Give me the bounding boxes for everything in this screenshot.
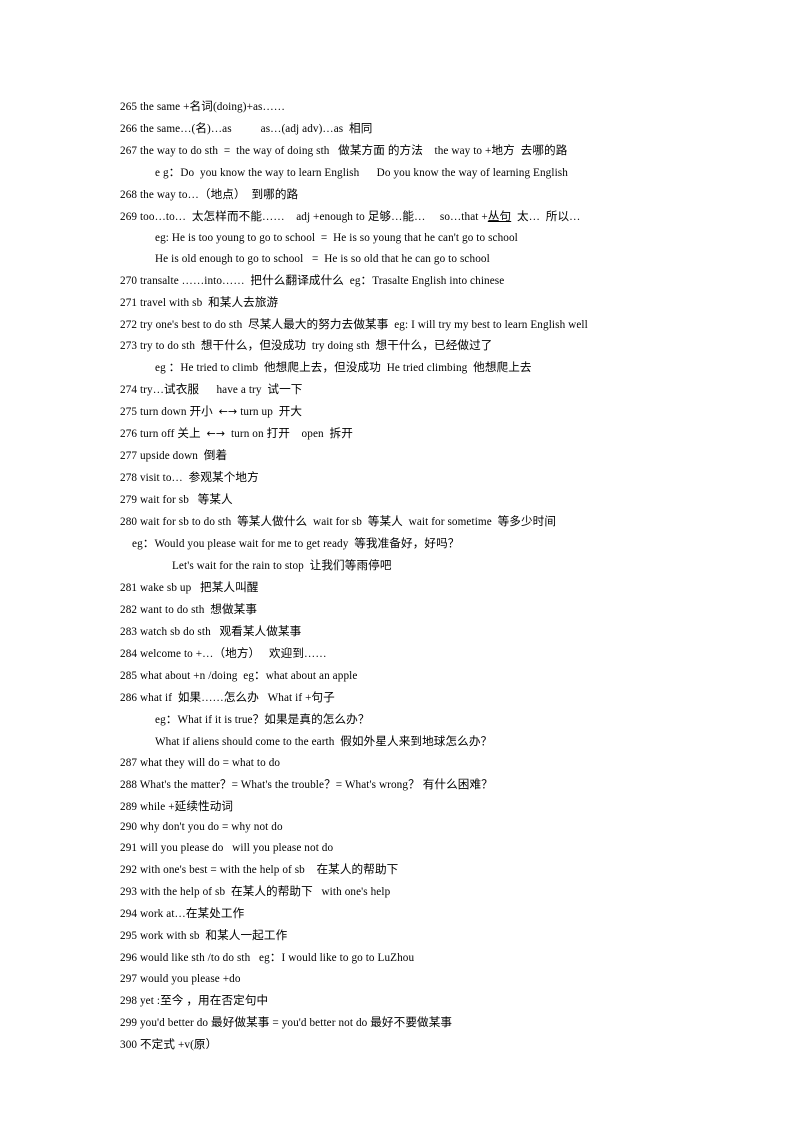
document-line: 287 what they will do = what to do <box>120 756 281 769</box>
document-line: 265 the same +名词(doing)+as…… <box>120 99 286 113</box>
document-line: e g：Do you know the way to learn English… <box>155 164 568 179</box>
document-line: 281 wake sb up 把某人叫醒 <box>120 579 259 594</box>
document-line: 268 the way to…（地点） 到哪的路 <box>120 186 299 201</box>
document-line: 297 would you please +do <box>120 973 241 986</box>
document-line: 290 why don't you do = why not do <box>120 821 283 834</box>
document-line: 277 upside down 倒着 <box>120 448 228 463</box>
document-text-body: 265 the same +名词(doing)+as…… 266 the same… <box>120 96 734 1056</box>
document-line: 284 welcome to +…（地方） 欢迎到…… <box>120 645 327 660</box>
document-line: 267 the way to do sth = the way of doing… <box>120 142 568 157</box>
document-line: 300 不定式 +v(原） <box>120 1036 218 1051</box>
document-line: 288 What's the matter？= What's the troub… <box>120 776 493 791</box>
document-line: 275 turn down 开小 ←→ turn up 开大 <box>120 404 303 419</box>
document-line: 298 yet :至今 ，用在否定句中 <box>120 993 269 1008</box>
document-page: 265 the same +名词(doing)+as…… 266 the same… <box>0 0 794 1123</box>
document-line: 282 want to do sth 想做某事 <box>120 601 258 616</box>
document-line: 299 you'd better do 最好做某事 = you'd better… <box>120 1015 453 1030</box>
document-line: 283 watch sb do sth 观看某人做某事 <box>120 623 302 638</box>
document-line: 296 would like sth /to do sth eg：I would… <box>120 950 415 965</box>
document-line: 291 will you please do will you please n… <box>120 842 334 855</box>
document-line: 266 the same…(名)…as as…(adj adv)…as 相同 <box>120 120 373 135</box>
document-line: He is old enough to go to school = He is… <box>155 252 490 265</box>
document-line: 293 with the help of sb 在某人的帮助下 with one… <box>120 884 391 899</box>
document-line: 294 work at…在某处工作 <box>120 906 245 921</box>
document-line: 278 visit to… 参观某个地方 <box>120 470 259 485</box>
document-line: What if aliens should come to the earth … <box>155 733 493 748</box>
document-line: 295 work with sb 和某人一起工作 <box>120 928 288 943</box>
document-line: 289 while +延续性动词 <box>120 798 234 813</box>
document-line: 272 try one's best to do sth 尽某人最大的努力去做某… <box>120 316 588 331</box>
document-line: 271 travel with sb 和某人去旅游 <box>120 294 279 309</box>
document-line: eg ：He tried to climb 他想爬上去，但没成功 He trie… <box>155 360 532 375</box>
document-line: eg：What if it is true？如果是真的怎么办？ <box>155 711 370 726</box>
document-line: 279 wait for sb 等某人 <box>120 492 233 507</box>
document-line: 270 transalte ……into…… 把什么翻译成什么 eg：Trasa… <box>120 272 505 287</box>
document-line: 274 try…试衣服 have a try 试一下 <box>120 382 303 397</box>
document-line: 276 turn off 关上 ←→ turn on 打开 open 拆开 <box>120 426 353 441</box>
document-line: Let's wait for the rain to stop 让我们等雨停吧 <box>172 558 392 573</box>
document-line: 269 too…to… 太怎样而不能…… adj +enough to 足够…能… <box>120 208 581 223</box>
document-line: 273 try to do sth 想干什么，但没成功 try doing st… <box>120 338 493 353</box>
document-line: 285 what about +n /doing eg：what about a… <box>120 667 358 682</box>
document-line: 292 with one's best = with the help of s… <box>120 862 399 877</box>
document-line: 286 what if 如果……怎么办 What if +句子 <box>120 689 335 704</box>
document-line: 280 wait for sb to do sth 等某人做什么 wait fo… <box>120 514 557 529</box>
document-line: eg：Would you please wait for me to get r… <box>132 536 460 551</box>
document-line: eg: He is too young to go to school = He… <box>155 231 518 244</box>
